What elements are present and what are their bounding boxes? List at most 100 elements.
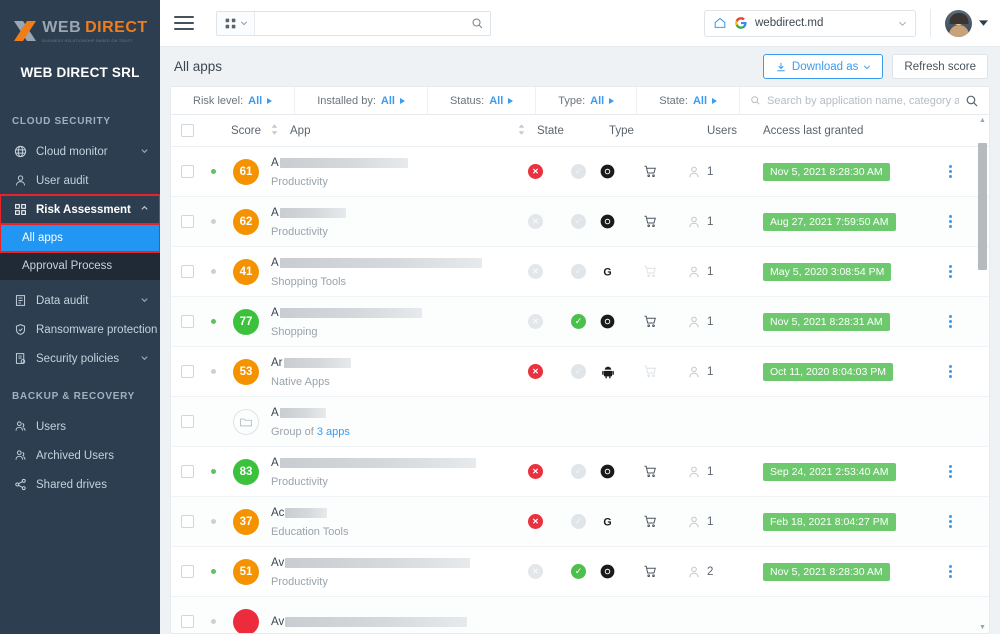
row-checkbox[interactable] [180, 215, 194, 228]
table-row[interactable]: 62 A Productivity ✕ ✓ 1 Aug 27, 2021 7:59:50 A… [171, 197, 989, 247]
app-cell[interactable]: A Productivity [269, 456, 522, 488]
filter-risk-level[interactable]: Risk level: All [171, 87, 296, 114]
scroll-up-icon[interactable]: ▲ [978, 117, 987, 124]
column-header-app[interactable]: App [269, 123, 531, 138]
main-area: webdirect.md All apps Download as Refres… [160, 0, 1000, 634]
filter-status[interactable]: Status: All [428, 87, 537, 114]
column-header-access-last-granted: Access last granted [763, 125, 933, 137]
app-cell[interactable]: Av Productivity [269, 556, 522, 588]
table-row[interactable]: 51 Av Productivity ✕ ✓ 2 Nov 5, 2021 8:28:30 A… [171, 547, 989, 597]
table-row[interactable]: 41 A Shopping Tools ✕ ✓ G 1 May 5, 2020 3:08:54… [171, 247, 989, 297]
score-cell: 37 [223, 508, 269, 535]
global-search-field[interactable] [255, 12, 464, 35]
row-actions-menu-icon[interactable] [948, 265, 952, 278]
sidebar-item-ransomware-protection[interactable]: Ransomware protection [0, 315, 160, 344]
policy-icon [12, 352, 28, 365]
table-scrollbar[interactable]: ▲ ▼ [978, 117, 987, 631]
filter-installed-by[interactable]: Installed by: All [295, 87, 428, 114]
chevron-right-icon [508, 97, 514, 104]
sort-icon[interactable] [271, 123, 278, 138]
row-checkbox[interactable] [180, 365, 194, 378]
app-name-initial: A [271, 307, 279, 319]
apps-grid-dropdown[interactable] [217, 11, 255, 35]
app-cell[interactable]: A Group of 3 apps [269, 406, 531, 438]
row-checkbox[interactable] [180, 615, 194, 628]
app-cell[interactable]: A Shopping Tools [269, 256, 522, 288]
app-cell[interactable]: Ar Native Apps [269, 356, 522, 388]
app-cell[interactable]: A Productivity [269, 206, 522, 238]
blocked-status-icon: ✕ [528, 314, 543, 329]
select-all-checkbox[interactable] [180, 124, 194, 137]
sidebar-item-users[interactable]: Users [0, 412, 160, 441]
sidebar-item-cloud-monitor[interactable]: Cloud monitor [0, 137, 160, 166]
user-menu[interactable] [945, 9, 988, 37]
search-input[interactable] [261, 17, 458, 29]
group-apps-link[interactable]: 3 apps [317, 426, 350, 438]
row-actions-menu-icon[interactable] [948, 215, 952, 228]
score-cell [223, 408, 269, 435]
sidebar-item-archived-users[interactable]: Archived Users [0, 441, 160, 470]
hamburger-icon[interactable] [174, 16, 194, 30]
type-cell: G [596, 264, 701, 279]
table-row[interactable]: 83 A Productivity ✕ ✓ 1 Sep 24, 2021 2:53:40 A… [171, 447, 989, 497]
sidebar-item-user-audit[interactable]: User audit [0, 166, 160, 195]
table-row[interactable]: 37 Ac Education Tools ✕ ✓ G 1 Feb 18, 2021 8:04… [171, 497, 989, 547]
app-cell[interactable]: A Productivity [269, 156, 522, 188]
application-search[interactable] [740, 87, 989, 114]
brand-logo: WEB DIRECT BUSINESS RELATIONSHIP BASED O… [0, 0, 160, 47]
app-cell[interactable]: Ac Education Tools [269, 506, 522, 538]
access-last-granted-cell: Nov 5, 2021 8:28:31 AM [763, 312, 933, 331]
chrome-icon [600, 464, 615, 479]
row-actions-menu-icon[interactable] [948, 565, 952, 578]
scroll-down-icon[interactable]: ▼ [978, 624, 987, 631]
sidebar: WEB DIRECT BUSINESS RELATIONSHIP BASED O… [0, 0, 160, 634]
row-checkbox[interactable] [180, 315, 194, 328]
chevron-up-icon [140, 204, 150, 216]
row-actions-menu-icon[interactable] [948, 515, 952, 528]
sidebar-item-risk-assessment[interactable]: Risk Assessment [0, 194, 160, 225]
approved-status-icon: ✓ [571, 364, 586, 379]
sidebar-item-shared-drives[interactable]: Shared drives [0, 470, 160, 499]
app-cell[interactable]: A Shopping [269, 306, 522, 338]
score-cell [223, 608, 269, 633]
domain-selector[interactable]: webdirect.md [704, 9, 916, 37]
table-row[interactable]: A Group of 3 apps [171, 397, 989, 447]
scrollbar-thumb[interactable] [978, 143, 987, 270]
table-row[interactable]: 61 A Productivity ✕ ✓ 1 Nov 5, 2021 8:28:30 AM [171, 147, 989, 197]
app-name-initial: Ar [271, 357, 283, 369]
application-search-input[interactable] [767, 94, 959, 107]
row-actions-menu-icon[interactable] [948, 165, 952, 178]
row-actions-menu-icon[interactable] [948, 465, 952, 478]
table-row[interactable]: Av [171, 597, 989, 633]
chrome-icon [600, 564, 615, 579]
filter-state[interactable]: State: All [637, 87, 741, 114]
sidebar-item-security-policies[interactable]: Security policies [0, 344, 160, 373]
row-checkbox[interactable] [180, 165, 194, 178]
risk-score-badge: 53 [233, 358, 259, 385]
users-icon [12, 420, 28, 433]
sort-icon[interactable] [518, 123, 525, 138]
home-icon [714, 17, 726, 28]
row-checkbox[interactable] [180, 565, 194, 578]
refresh-score-button[interactable]: Refresh score [892, 54, 988, 79]
row-actions-menu-icon[interactable] [948, 365, 952, 378]
sidebar-item-approval-process[interactable]: Approval Process [0, 252, 160, 280]
row-checkbox[interactable] [180, 415, 194, 428]
row-checkbox[interactable] [180, 465, 194, 478]
app-cell[interactable]: Av [269, 614, 531, 629]
sidebar-item-all-apps[interactable]: All apps [0, 223, 160, 253]
app-name-initial: Av [271, 557, 285, 569]
cart-icon [643, 514, 658, 529]
users-count: 1 [707, 165, 714, 178]
row-checkbox[interactable] [180, 515, 194, 528]
search-icon[interactable] [464, 12, 490, 35]
row-checkbox[interactable] [180, 265, 194, 278]
table-row[interactable]: 77 A Shopping ✕ ✓ 1 Nov 5, 2021 8:28:31 AM [171, 297, 989, 347]
download-as-button[interactable]: Download as [762, 54, 884, 79]
sidebar-item-data-audit[interactable]: Data audit [0, 286, 160, 315]
state-cell: ✕ ✓ [522, 464, 596, 479]
filter-type[interactable]: Type: All [536, 87, 638, 114]
row-actions-menu-icon[interactable] [948, 315, 952, 328]
table-row[interactable]: 53 Ar Native Apps ✕ ✓ 1 Oct 11, 2020 8:04:03 P… [171, 347, 989, 397]
column-header-score[interactable]: Score [223, 125, 269, 137]
